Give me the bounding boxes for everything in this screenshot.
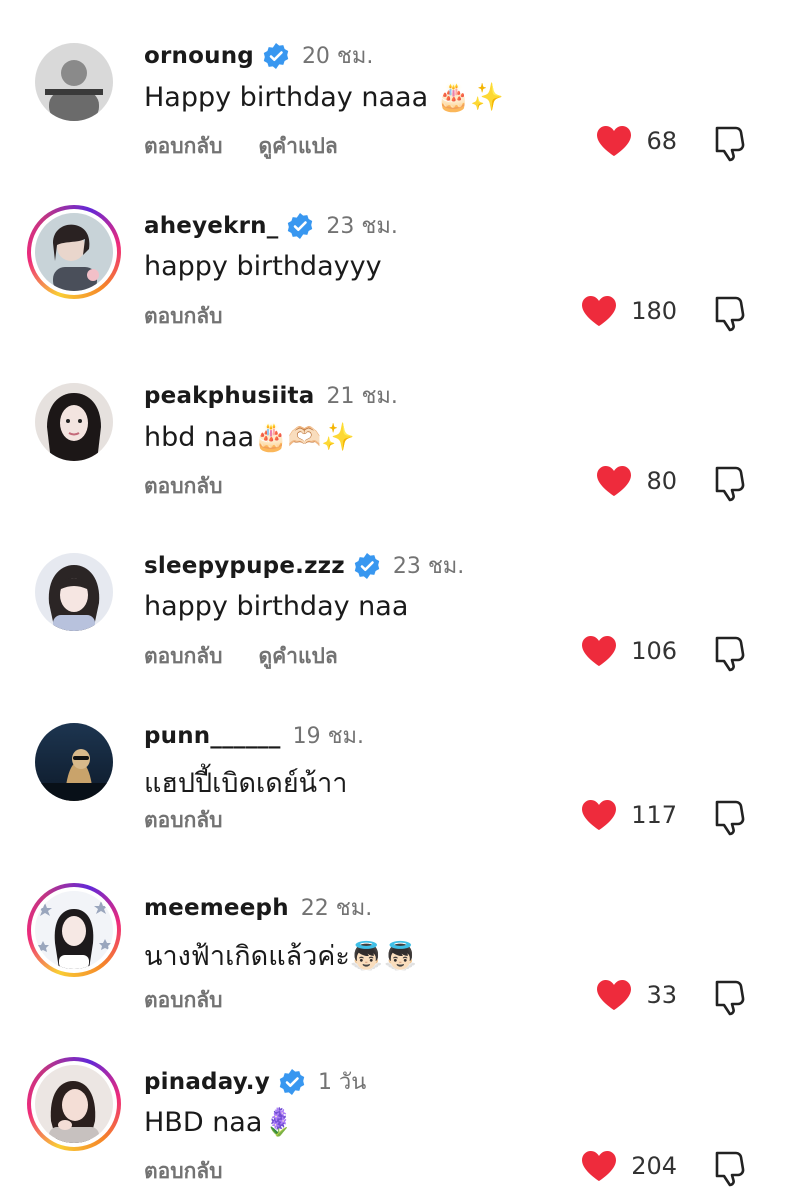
reply-button[interactable]: ตอบกลับ <box>144 640 223 673</box>
like-group: 106 <box>581 635 677 667</box>
dislike-icon[interactable] <box>711 464 749 502</box>
like-group: 117 <box>581 799 677 831</box>
username[interactable]: ornoung <box>144 43 254 69</box>
heart-icon[interactable] <box>581 1150 617 1182</box>
username[interactable]: punn______ <box>144 723 281 749</box>
reply-button[interactable]: ตอบกลับ <box>144 130 223 163</box>
comment-time: 21 ชม. <box>326 384 398 409</box>
avatar[interactable] <box>35 43 113 121</box>
like-count: 68 <box>646 127 677 155</box>
dislike-icon[interactable] <box>711 124 749 162</box>
verified-badge-icon <box>354 552 380 579</box>
like-count: 106 <box>631 637 677 665</box>
comment-text: Happy birthday naaa 🎂✨ <box>144 82 504 113</box>
comment-time: 23 ชม. <box>392 554 465 579</box>
comment-text: นางฟ้าเกิดแล้วค่ะ👼🏻👼🏻 <box>144 941 418 972</box>
username[interactable]: peakphusiita <box>144 383 314 409</box>
comment-time: 23 ชม. <box>326 214 398 239</box>
reply-button[interactable]: ตอบกลับ <box>144 300 223 333</box>
comment-time: 19 ชม. <box>292 724 365 749</box>
verified-badge-icon <box>288 212 313 239</box>
comment-time: 22 ชม. <box>300 896 373 921</box>
comment-item: peakphusiita 21 ชม. hbd naa🎂🫶🏻✨ ตอบกลับ … <box>0 340 792 510</box>
avatar[interactable] <box>35 553 113 631</box>
comment-item: sleepypupe.zzz 23 ชม. happy birthday naa… <box>0 510 792 680</box>
comment-item: punn______ 19 ชม. แฮปปี้เบิดเดย์น้าา ตอบ… <box>0 680 792 850</box>
username[interactable]: sleepypupe.zzz <box>144 553 345 579</box>
avatar <box>35 213 113 291</box>
heart-icon[interactable] <box>581 295 617 327</box>
avatar-story-ring[interactable] <box>27 883 121 977</box>
avatar[interactable] <box>35 383 113 461</box>
like-group: 80 <box>596 465 677 497</box>
heart-icon[interactable] <box>596 979 632 1011</box>
heart-icon[interactable] <box>596 465 632 497</box>
comment-item: ornoung 20 ชม. Happy birthday naaa 🎂✨ ตอ… <box>0 0 792 170</box>
dislike-icon[interactable] <box>711 798 749 836</box>
like-group: 33 <box>596 979 677 1011</box>
dislike-icon[interactable] <box>711 294 749 332</box>
avatar-story-ring[interactable] <box>27 205 121 299</box>
avatar-story-ring[interactable] <box>27 1057 121 1151</box>
comment-time: 20 ชม. <box>301 44 374 69</box>
like-count: 33 <box>646 981 677 1009</box>
comment-item: aheyekrn_ 23 ชม. happy birthdayyy ตอบกลั… <box>0 170 792 340</box>
dislike-icon[interactable] <box>711 978 749 1016</box>
comment-item: pinaday.y 1 วัน HBD naa🪻 ตอบกลับ 204 <box>0 1023 792 1193</box>
comment-text: HBD naa🪻 <box>144 1107 297 1138</box>
like-group: 180 <box>581 295 677 327</box>
verified-badge-icon <box>263 42 289 69</box>
like-group: 204 <box>581 1150 677 1182</box>
see-translation-button[interactable]: ดูคำแปล <box>259 130 338 163</box>
heart-icon[interactable] <box>596 125 632 157</box>
avatar <box>35 1065 113 1143</box>
heart-icon[interactable] <box>581 799 617 831</box>
comment-text: happy birthdayyy <box>144 251 382 282</box>
reply-button[interactable]: ตอบกลับ <box>144 470 223 503</box>
avatar <box>35 891 113 969</box>
see-translation-button[interactable]: ดูคำแปล <box>259 640 338 673</box>
verified-badge-icon <box>279 1068 305 1095</box>
comment-text: happy birthday naa <box>144 591 409 622</box>
like-count: 117 <box>631 801 677 829</box>
reply-button[interactable]: ตอบกลับ <box>144 1155 223 1188</box>
like-count: 80 <box>646 467 677 495</box>
comment-time: 1 วัน <box>317 1070 367 1095</box>
avatar[interactable] <box>35 723 113 801</box>
like-count: 204 <box>631 1152 677 1180</box>
dislike-icon[interactable] <box>711 1149 749 1187</box>
heart-icon[interactable] <box>581 635 617 667</box>
dislike-icon[interactable] <box>711 634 749 672</box>
username[interactable]: meemeeph <box>144 895 289 921</box>
comment-text: hbd naa🎂🫶🏻✨ <box>144 422 356 453</box>
like-count: 180 <box>631 297 677 325</box>
comment-text: แฮปปี้เบิดเดย์น้าา <box>144 768 348 799</box>
reply-button[interactable]: ตอบกลับ <box>144 984 223 1017</box>
like-group: 68 <box>596 125 677 157</box>
username[interactable]: aheyekrn_ <box>144 213 278 239</box>
reply-button[interactable]: ตอบกลับ <box>144 804 223 837</box>
username[interactable]: pinaday.y <box>144 1069 270 1095</box>
comment-item: meemeeph 22 ชม. นางฟ้าเกิดแล้วค่ะ👼🏻👼🏻 ตอ… <box>0 850 792 1020</box>
